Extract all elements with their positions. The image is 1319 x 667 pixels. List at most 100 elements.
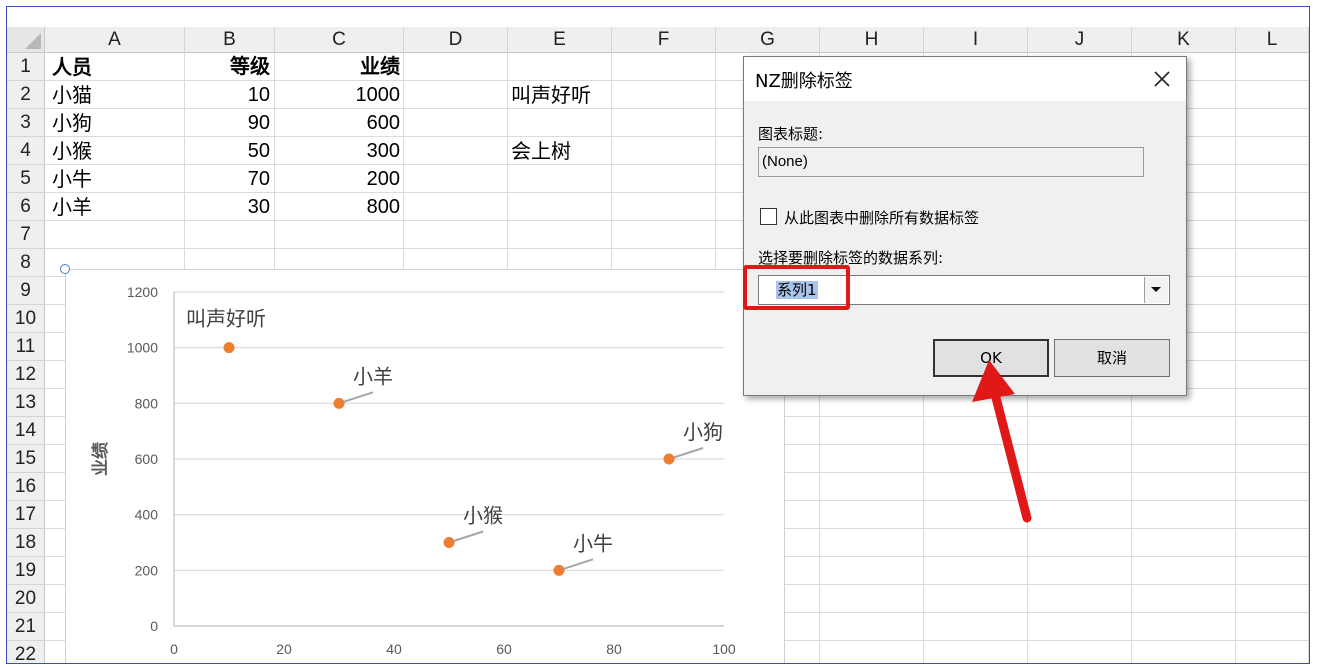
- cell-e4[interactable]: 会上树: [511, 137, 571, 165]
- column-header-j[interactable]: J: [1028, 27, 1132, 53]
- row-header-7[interactable]: 7: [7, 221, 45, 249]
- row-header-14[interactable]: 14: [7, 417, 45, 445]
- dialog-titlebar[interactable]: NZ删除标签: [744, 57, 1186, 101]
- data-point: [663, 453, 675, 465]
- column-header-g[interactable]: G: [716, 27, 820, 53]
- row-header-20[interactable]: 20: [7, 585, 45, 613]
- cell-b4[interactable]: 50: [185, 137, 270, 165]
- scatter-chart[interactable]: 0 200 400 600 800 1000 1200 0 20 40 60 80 100 业绩 叫声好听小…: [65, 269, 785, 663]
- dialog-title: NZ删除标签: [755, 71, 853, 92]
- y-tick-label: 600: [135, 451, 159, 467]
- remove-labels-dialog: NZ删除标签 图表标题: (None) 从此图表中删除所有数据标签 选择要删除标…: [743, 56, 1187, 396]
- arrow-annotation: [972, 360, 1032, 523]
- data-point: [553, 564, 565, 576]
- cell-b2[interactable]: 10: [185, 81, 270, 109]
- data-label: 小羊: [353, 364, 393, 388]
- column-header-c[interactable]: C: [275, 27, 404, 53]
- cell-c6[interactable]: 800: [275, 193, 400, 221]
- row-header-21[interactable]: 21: [7, 613, 45, 641]
- column-header-e[interactable]: E: [508, 27, 612, 53]
- cell-c1[interactable]: 业绩: [275, 53, 400, 81]
- column-header-k[interactable]: K: [1132, 27, 1236, 53]
- cell-e2[interactable]: 叫声好听: [511, 81, 591, 109]
- row-header-17[interactable]: 17: [7, 501, 45, 529]
- column-header-b[interactable]: B: [185, 27, 275, 53]
- y-tick-label: 0: [150, 618, 158, 634]
- row-header-8[interactable]: 8: [7, 249, 45, 277]
- x-tick-label: 100: [712, 641, 736, 657]
- row-header-19[interactable]: 19: [7, 557, 45, 585]
- chart-plot: 0 200 400 600 800 1000 1200 0 20 40 60 80 100 业绩 叫声好听小…: [90, 284, 736, 657]
- column-gridline: [1308, 53, 1309, 663]
- column-header-d[interactable]: D: [404, 27, 508, 53]
- select-all-corner[interactable]: [7, 27, 45, 53]
- chevron-down-icon: [1151, 287, 1161, 292]
- data-point: [443, 537, 455, 548]
- data-label: 小狗: [683, 420, 723, 444]
- data-point: [223, 342, 235, 354]
- column-header-f[interactable]: F: [612, 27, 716, 53]
- chart-resize-handle[interactable]: [60, 264, 70, 274]
- remove-all-labels-label[interactable]: 从此图表中删除所有数据标签: [784, 207, 979, 228]
- column-gridline: [1235, 53, 1236, 663]
- cell-c2[interactable]: 1000: [275, 81, 401, 109]
- y-tick-label: 800: [135, 395, 159, 411]
- x-tick-label: 0: [170, 641, 178, 657]
- cell-a5[interactable]: 小牛: [52, 165, 92, 193]
- chart-title-field: (None): [758, 147, 1144, 177]
- column-header-i[interactable]: I: [924, 27, 1028, 53]
- excel-sheet-area: 人员 等级 业绩 小猫 10 1000 叫声好听 小狗 90 600 小猴 50…: [6, 6, 1310, 664]
- row-header-1[interactable]: 1: [7, 53, 45, 81]
- row-header-18[interactable]: 18: [7, 529, 45, 557]
- cancel-button[interactable]: 取消: [1054, 339, 1170, 377]
- row-header-6[interactable]: 6: [7, 193, 45, 221]
- column-header-h[interactable]: H: [820, 27, 924, 53]
- row-header-13[interactable]: 13: [7, 389, 45, 417]
- data-label: 小猴: [463, 504, 503, 528]
- column-header-l[interactable]: L: [1236, 27, 1309, 53]
- cell-a3[interactable]: 小狗: [52, 109, 92, 137]
- row-header-5[interactable]: 5: [7, 165, 45, 193]
- row-header-15[interactable]: 15: [7, 445, 45, 473]
- cell-b6[interactable]: 30: [185, 193, 270, 221]
- y-tick-label: 1000: [127, 340, 158, 356]
- row-header-16[interactable]: 16: [7, 473, 45, 501]
- cell-a2[interactable]: 小猫: [52, 81, 92, 109]
- ribbon-edge: [7, 7, 1309, 27]
- row-header-11[interactable]: 11: [7, 333, 45, 361]
- remove-all-labels-checkbox[interactable]: [760, 208, 777, 225]
- y-tick-label: 400: [135, 507, 159, 523]
- cell-c4[interactable]: 300: [275, 137, 400, 165]
- row-header-4[interactable]: 4: [7, 137, 45, 165]
- cell-b5[interactable]: 70: [185, 165, 270, 193]
- cell-a4[interactable]: 小猴: [52, 137, 92, 165]
- row-header-3[interactable]: 3: [7, 109, 45, 137]
- x-tick-label: 80: [606, 641, 622, 657]
- select-all-triangle-icon: [25, 33, 41, 49]
- chart-title-label: 图表标题:: [758, 125, 824, 143]
- y-axis-title: 业绩: [90, 442, 111, 476]
- data-point: [333, 397, 345, 409]
- cell-c3[interactable]: 600: [275, 109, 400, 137]
- row-header-12[interactable]: 12: [7, 361, 45, 389]
- row-header-22[interactable]: 22: [7, 641, 45, 663]
- y-tick-label: 200: [135, 562, 159, 578]
- cell-c5[interactable]: 200: [275, 165, 400, 193]
- row-header-9[interactable]: 9: [7, 277, 45, 305]
- cell-b1[interactable]: 等级: [185, 53, 270, 81]
- dropdown-button[interactable]: [1144, 277, 1168, 303]
- x-tick-label: 40: [386, 641, 402, 657]
- close-icon[interactable]: [1150, 67, 1174, 91]
- cell-b3[interactable]: 90: [185, 109, 270, 137]
- highlight-annotation: [743, 265, 850, 310]
- data-label: 小牛: [573, 531, 613, 555]
- data-label: 叫声好听: [186, 307, 266, 331]
- y-tick-label: 1200: [127, 284, 158, 300]
- x-tick-label: 20: [276, 641, 292, 657]
- x-tick-label: 60: [496, 641, 512, 657]
- column-header-a[interactable]: A: [45, 27, 185, 53]
- row-header-2[interactable]: 2: [7, 81, 45, 109]
- cell-a6[interactable]: 小羊: [52, 193, 92, 221]
- cell-a1[interactable]: 人员: [52, 53, 92, 81]
- row-header-10[interactable]: 10: [7, 305, 45, 333]
